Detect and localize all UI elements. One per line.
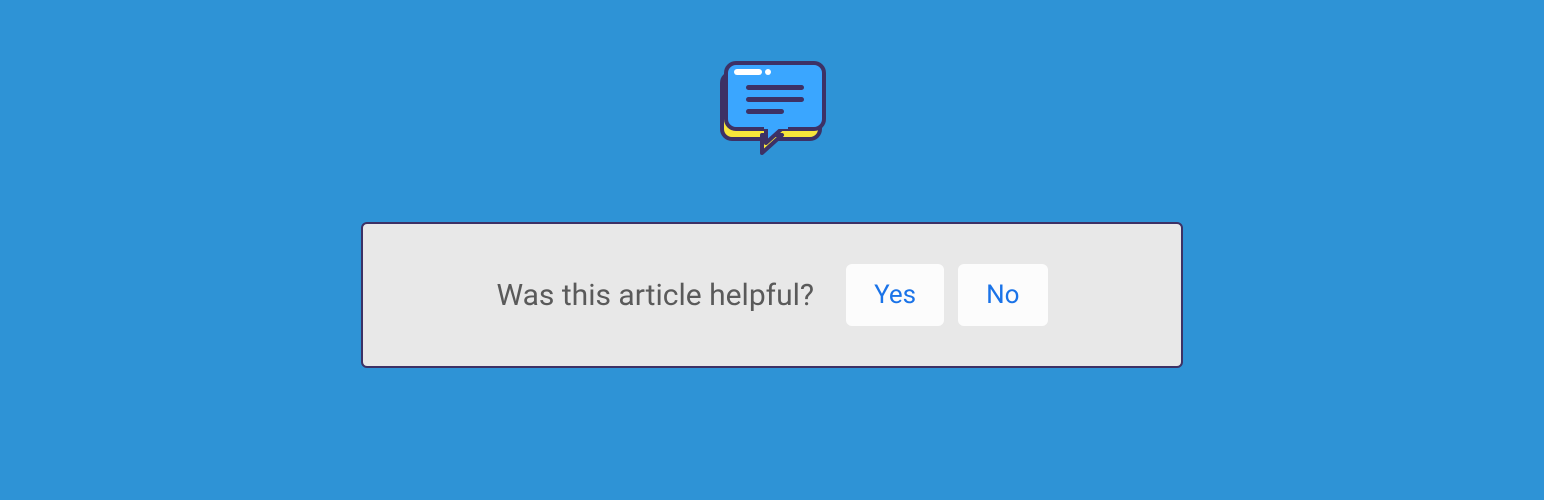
yes-button[interactable]: Yes: [846, 264, 944, 326]
feedback-question: Was this article helpful?: [496, 278, 814, 313]
no-button[interactable]: No: [958, 264, 1047, 326]
feedback-buttons-group: Yes No: [846, 264, 1047, 326]
chat-bubble-icon: [712, 55, 832, 167]
feedback-panel: Was this article helpful? Yes No: [361, 222, 1183, 368]
